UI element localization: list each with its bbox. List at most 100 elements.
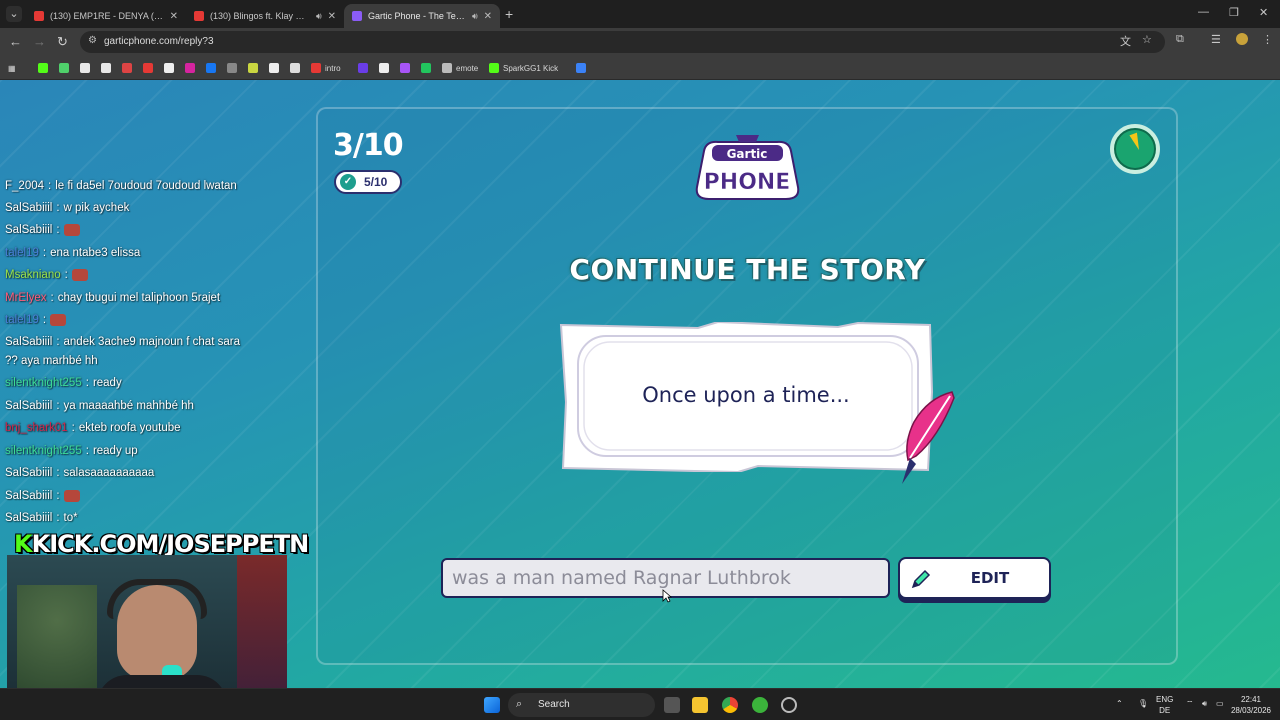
lang-top: ENG <box>1156 695 1174 704</box>
site-info-icon[interactable]: ⚙ <box>88 35 97 46</box>
chat-message: silentknight255: ready <box>5 377 122 389</box>
chat-username[interactable]: bnj_shark01 <box>5 422 68 434</box>
menu-kebab-icon[interactable]: ⋮ <box>1262 33 1273 46</box>
bookmark-item[interactable] <box>358 61 368 75</box>
chat-username[interactable]: SalSabiiil <box>5 224 52 236</box>
players-done-count: 5/10 <box>364 175 388 189</box>
logo-bottom-text: PHONE <box>704 170 791 195</box>
close-tab-icon[interactable]: ✕ <box>484 11 492 22</box>
bookmark-item[interactable] <box>227 61 237 75</box>
reload-icon[interactable]: ↻ <box>57 34 68 50</box>
close-tab-icon[interactable]: ✕ <box>170 11 178 22</box>
bookmark-star-icon[interactable]: ☆ <box>1142 33 1152 46</box>
chat-username[interactable]: SalSabiiil <box>5 400 52 412</box>
chat-separator: : <box>42 247 47 259</box>
bookmark-item[interactable]: SparkGG1 Kick <box>489 61 558 75</box>
grid-icon <box>227 63 237 73</box>
bookmark-item[interactable] <box>379 61 389 75</box>
search-icon: ⌕ <box>516 698 523 710</box>
profile-avatar[interactable] <box>1236 33 1248 45</box>
bookmark-item[interactable] <box>122 61 132 75</box>
bookmark-item[interactable] <box>576 61 586 75</box>
chat-username[interactable]: silentknight255 <box>5 377 82 389</box>
chat-username[interactable]: F_2004 <box>5 180 44 192</box>
circle-icon <box>421 63 431 73</box>
kick-icon <box>489 63 499 73</box>
language-indicator[interactable]: ENG DE <box>1156 694 1173 716</box>
pencil-icon <box>911 569 931 589</box>
chat-separator: : <box>56 512 60 524</box>
bookmark-item[interactable] <box>164 61 174 75</box>
bookmark-item[interactable] <box>248 61 258 75</box>
volume-icon[interactable]: 🔊︎ <box>1202 698 1207 709</box>
chat-username[interactable]: SalSabiiil <box>5 490 52 502</box>
edit-button-label: EDIT <box>970 569 1010 587</box>
chat-username[interactable]: SalSabiiil <box>5 467 52 479</box>
chat-username[interactable]: MrElyex <box>5 292 47 304</box>
speaker-icon[interactable]: 🔊︎ <box>472 11 478 22</box>
chat-username[interactable]: Msakniano <box>5 269 61 281</box>
meta-icon <box>576 63 586 73</box>
youtube-icon <box>311 63 321 73</box>
chat-username[interactable]: SalSabiiil <box>5 202 52 214</box>
taskbar-search[interactable]: ⌕ Search <box>508 693 655 717</box>
chat-username[interactable]: talel19 <box>5 247 39 259</box>
chat-username[interactable]: talel19 <box>5 314 39 326</box>
chat-separator: : <box>56 400 60 412</box>
browser-tab-1[interactable]: (130) EMP1RE - DENYA ( Officia ✕ <box>26 4 186 28</box>
bookmark-item[interactable] <box>290 61 300 75</box>
chat-message: MrElyex: chay tbugui mel taliphoon 5rajet <box>5 292 220 304</box>
translate-icon[interactable]: 文 <box>1120 33 1131 49</box>
bookmark-item[interactable] <box>38 61 48 75</box>
task-view-icon[interactable] <box>664 697 680 713</box>
url-text[interactable]: garticphone.com/reply?3 <box>104 36 214 47</box>
speaker-icon[interactable]: 🔊︎ <box>316 11 322 22</box>
tab-search-chevron-icon[interactable]: ⌄ <box>6 6 22 22</box>
bookmark-item[interactable] <box>269 61 279 75</box>
clock[interactable]: 22:41 28/03/2026 <box>1228 694 1274 716</box>
browser-tab-2[interactable]: (130) Blingos ft. Klay Bbj & 🔊︎ ✕ <box>186 4 344 28</box>
chat-message: F_2004: le fi da5el 7oudoud 7oudoud lwata… <box>5 180 237 192</box>
quill-feather-icon <box>902 391 955 484</box>
close-tab-icon[interactable]: ✕ <box>328 11 336 22</box>
apps-grid-icon[interactable]: ▦ <box>8 61 16 75</box>
chat-message: SalSabiiil: to* <box>5 512 78 524</box>
chat-username[interactable]: SalSabiiil <box>5 336 52 348</box>
minimize-icon[interactable]: — <box>1198 6 1209 18</box>
omnibox[interactable]: ⚙ garticphone.com/reply?3 <box>80 31 1165 53</box>
bookmark-item[interactable] <box>80 61 90 75</box>
wifi-icon[interactable]: ⌔ <box>1186 698 1194 709</box>
app-with-badge-icon[interactable] <box>781 697 797 713</box>
chat-message: SalSabiiil: w pik aychek <box>5 202 129 214</box>
chat-username[interactable]: silentknight255 <box>5 445 82 457</box>
bookmark-item[interactable] <box>59 61 69 75</box>
bookmark-item[interactable] <box>101 61 111 75</box>
new-tab-icon[interactable]: + <box>505 6 513 22</box>
bookmark-item[interactable] <box>206 61 216 75</box>
restore-icon[interactable]: ❐ <box>1229 6 1239 19</box>
bookmark-item[interactable]: intro <box>311 61 341 75</box>
forward-icon[interactable]: → <box>33 34 46 50</box>
bookmark-item[interactable] <box>400 61 410 75</box>
back-icon[interactable]: ← <box>9 34 22 50</box>
extensions-icon[interactable]: ⧉ <box>1176 33 1184 46</box>
mic-icon[interactable]: 🎙︎ <box>1138 698 1148 709</box>
chat-separator: : <box>85 377 89 389</box>
xbox-icon[interactable] <box>752 697 768 713</box>
edit-button[interactable]: EDIT <box>898 557 1051 599</box>
reading-list-icon[interactable]: ☰ <box>1211 33 1221 46</box>
chat-message: SalSabiiil: salasaaaaaaaaaa <box>5 467 154 479</box>
bookmark-item[interactable]: emote <box>442 61 478 75</box>
timer-progress-wedge <box>1129 132 1143 152</box>
close-window-icon[interactable]: ✕ <box>1259 6 1268 19</box>
bookmark-item[interactable] <box>143 61 153 75</box>
file-explorer-icon[interactable] <box>692 697 708 713</box>
tray-chevron-icon[interactable]: ⌃ <box>1116 698 1123 709</box>
bookmark-item[interactable] <box>185 61 195 75</box>
chat-username[interactable]: SalSabiiil <box>5 512 52 524</box>
windows-start-icon[interactable] <box>484 697 500 713</box>
battery-icon[interactable]: ▭ <box>1216 698 1224 709</box>
browser-tab-active[interactable]: Gartic Phone - The Telepho 🔊︎ ✕ <box>344 4 500 28</box>
bookmark-item[interactable] <box>421 61 431 75</box>
chrome-icon[interactable] <box>722 697 738 713</box>
